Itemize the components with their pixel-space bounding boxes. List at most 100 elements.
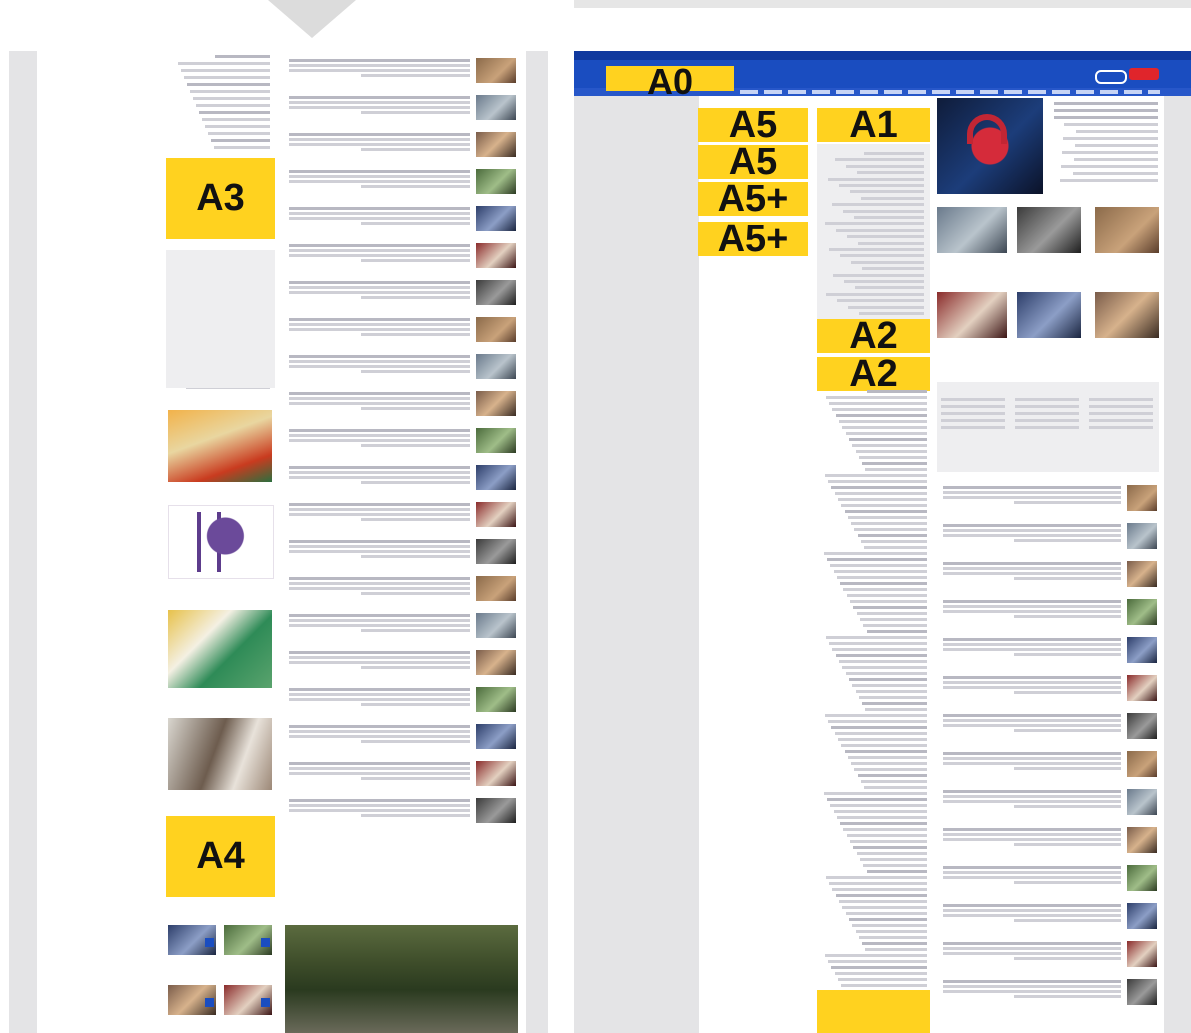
article-thumb[interactable] (1127, 599, 1157, 625)
text-line (851, 260, 924, 264)
article-thumb[interactable] (476, 798, 516, 823)
editors-picks-box (937, 382, 1159, 472)
ad-slot-a5-second[interactable]: A5 (698, 141, 808, 183)
article-thumb[interactable] (476, 243, 516, 268)
article-thumb[interactable] (1127, 903, 1157, 929)
text-line (1014, 691, 1121, 694)
ad-slot-a3[interactable]: A3 (166, 158, 275, 239)
text-line (850, 600, 927, 603)
text-line (187, 83, 270, 86)
text-line (1062, 151, 1158, 154)
article-thumb[interactable] (476, 724, 516, 749)
play-icon (261, 998, 270, 1007)
article-thumb[interactable] (476, 58, 516, 83)
article-thumb[interactable] (476, 465, 516, 490)
grid-thumb-4[interactable] (937, 292, 1007, 338)
ad-slot-label: A5+ (717, 177, 789, 220)
article-thumb[interactable] (1127, 485, 1157, 511)
text-line (855, 930, 927, 933)
article-thumb[interactable] (476, 687, 516, 712)
grid-thumb-6[interactable] (1095, 292, 1159, 338)
text-line (861, 540, 927, 543)
text-line (289, 286, 470, 289)
article-thumb[interactable] (1127, 941, 1157, 967)
text-line (361, 518, 470, 521)
grid-thumb-2[interactable] (1017, 207, 1081, 253)
grid-thumb-3[interactable] (1095, 207, 1159, 253)
text-line (361, 370, 470, 373)
text-line (839, 660, 927, 663)
ad-slot-a2-first[interactable]: A2 (817, 315, 930, 357)
text-line (1064, 123, 1158, 126)
article-thumb[interactable] (1127, 979, 1157, 1005)
ad-slot-a4[interactable]: A4 (166, 816, 275, 897)
text-line (1060, 179, 1158, 182)
article-thumb[interactable] (476, 576, 516, 601)
article-thumb[interactable] (476, 169, 516, 194)
ad-slot-a0[interactable]: A0 (606, 61, 734, 102)
article-thumb[interactable] (476, 132, 516, 157)
article-thumb[interactable] (1127, 523, 1157, 549)
article-thumb[interactable] (476, 280, 516, 305)
ad-slot-a5plus-first[interactable]: A5+ (698, 178, 808, 220)
ad-slot-a5plus-second[interactable]: A5+ (698, 218, 808, 260)
article-thumb[interactable] (476, 95, 516, 120)
text-line (289, 133, 470, 136)
ad-slot-a2-second[interactable]: A2 (817, 353, 930, 395)
article-thumb[interactable] (1127, 789, 1157, 815)
left-sidebar-image-1 (168, 410, 272, 482)
article-thumb[interactable] (476, 539, 516, 564)
article-thumb[interactable] (476, 502, 516, 527)
text-line (1014, 729, 1121, 732)
ad-slot-bottom[interactable] (817, 990, 930, 1033)
text-line (1054, 109, 1158, 112)
left-feature-photo (285, 925, 518, 1033)
article-thumb[interactable] (476, 761, 516, 786)
text-line (289, 180, 470, 183)
text-line (845, 672, 927, 675)
ad-slot-a5-first[interactable]: A5 (698, 104, 808, 146)
text-line (178, 62, 270, 65)
article-thumb[interactable] (476, 391, 516, 416)
text-line (361, 111, 470, 114)
ad-slot-a1[interactable]: A1 (817, 104, 930, 146)
text-line (840, 582, 927, 585)
main-nav-items[interactable] (740, 90, 1160, 94)
hero-image[interactable] (937, 98, 1043, 194)
text-line (1076, 130, 1158, 133)
text-line (1014, 653, 1121, 656)
text-line (832, 888, 927, 891)
article-thumb[interactable] (476, 650, 516, 675)
article-thumb[interactable] (476, 206, 516, 231)
grid-thumb-5[interactable] (1017, 292, 1081, 338)
text-line (856, 612, 927, 615)
text-line (943, 714, 1121, 717)
text-line (1015, 412, 1079, 415)
article-thumb[interactable] (1127, 713, 1157, 739)
article-thumb[interactable] (1127, 865, 1157, 891)
text-line (215, 55, 270, 58)
grid-thumb-1[interactable] (937, 207, 1007, 253)
article-thumb[interactable] (1127, 751, 1157, 777)
text-line (196, 104, 270, 107)
article-thumb[interactable] (476, 613, 516, 638)
text-line (847, 756, 927, 759)
article-thumb[interactable] (1127, 637, 1157, 663)
article-thumb[interactable] (1127, 675, 1157, 701)
article-thumb[interactable] (1127, 827, 1157, 853)
text-line (857, 774, 927, 777)
text-line (943, 605, 1121, 608)
site-logo-icon[interactable] (1095, 66, 1159, 88)
article-thumb[interactable] (1127, 561, 1157, 587)
ad-slot-label: A4 (196, 835, 245, 877)
article-thumb[interactable] (476, 354, 516, 379)
article-thumb[interactable] (476, 317, 516, 342)
article-thumb[interactable] (476, 428, 516, 453)
text-line (835, 158, 924, 162)
text-line (943, 496, 1121, 499)
text-line (943, 752, 1121, 755)
text-line (361, 185, 470, 188)
text-line (941, 405, 1005, 408)
text-line (826, 558, 927, 561)
text-line (943, 914, 1121, 917)
